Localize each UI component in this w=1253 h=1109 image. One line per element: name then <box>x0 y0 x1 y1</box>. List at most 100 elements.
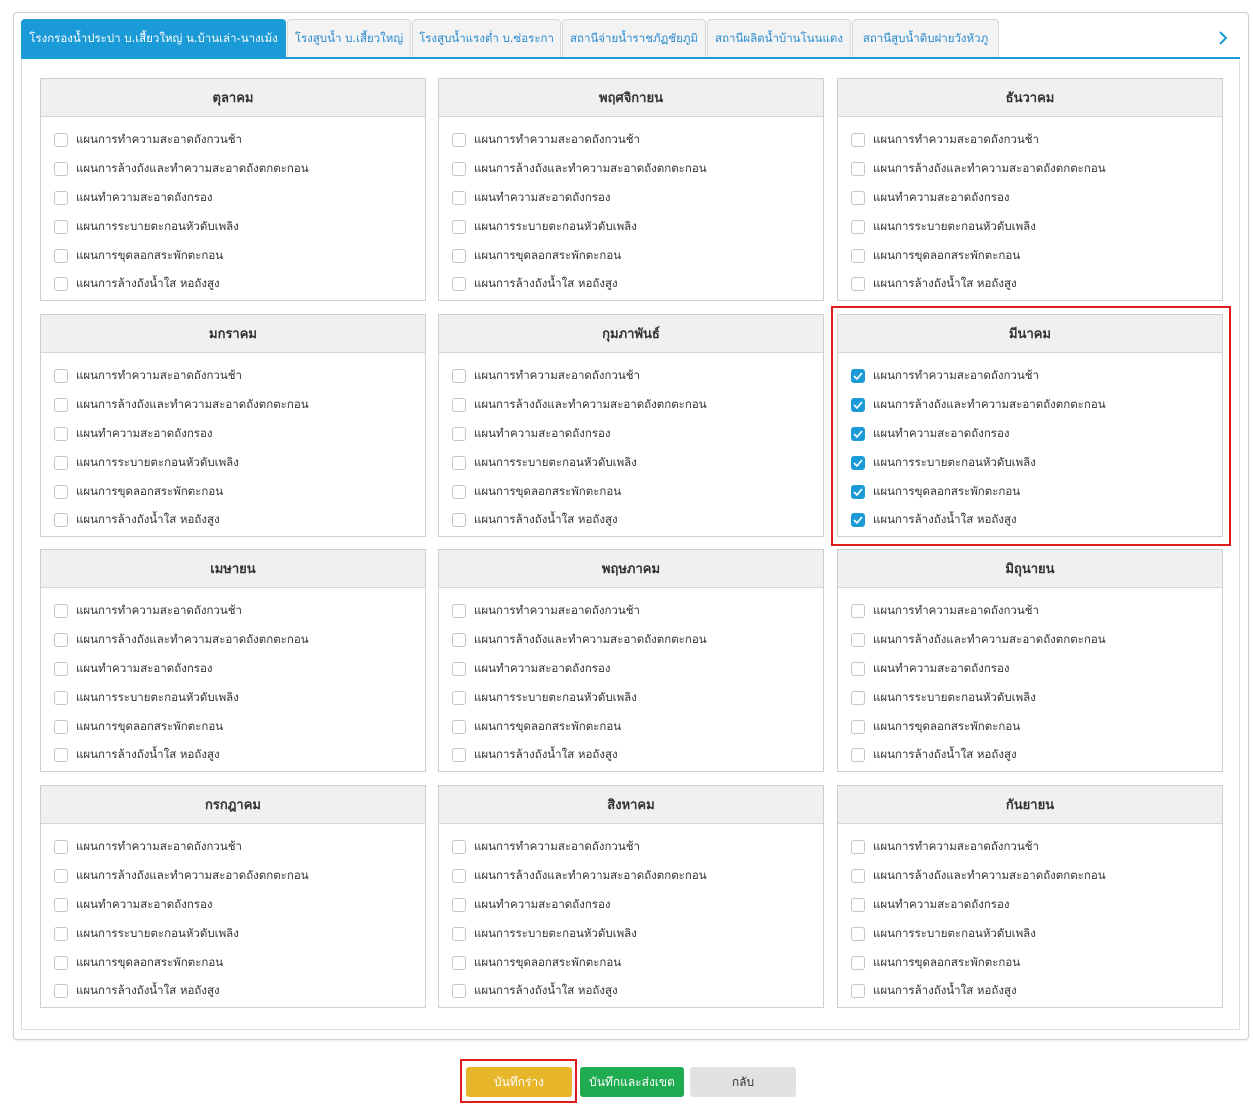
plan-item[interactable]: แผนการทำความสะอาดถังกวนช้า <box>838 362 1222 391</box>
tab-1[interactable]: โรงสูบน้ำ บ.เสี้ยวใหญ่ <box>287 19 411 57</box>
plan-item[interactable]: แผนการทำความสะอาดถังกวนช้า <box>41 126 425 155</box>
plan-item[interactable]: แผนทำความสะอาดถังกรอง <box>439 420 823 449</box>
plan-checkbox[interactable] <box>54 484 68 499</box>
plan-item[interactable]: แผนการทำความสะอาดถังกวนช้า <box>439 126 823 155</box>
plan-item[interactable]: แผนการขุดลอกสระพักตะกอน <box>439 712 823 741</box>
plan-checkbox[interactable] <box>851 162 865 177</box>
plan-checkbox[interactable] <box>54 661 68 676</box>
plan-item[interactable]: แผนทำความสะอาดถังกรอง <box>41 891 425 920</box>
plan-item[interactable]: แผนการทำความสะอาดถังกวนช้า <box>838 126 1222 155</box>
plan-item[interactable]: แผนการทำความสะอาดถังกวนช้า <box>439 833 823 862</box>
plan-checkbox[interactable] <box>851 277 865 292</box>
plan-checkbox[interactable] <box>452 513 466 528</box>
plan-checkbox[interactable] <box>851 719 865 734</box>
plan-item[interactable]: แผนการล้างถังน้ำใส หอถังสูง <box>41 270 425 299</box>
plan-checkbox[interactable] <box>851 690 865 705</box>
plan-item[interactable]: แผนการระบายตะกอนหัวดับเพลิง <box>838 448 1222 477</box>
plan-checkbox[interactable] <box>54 277 68 292</box>
plan-checkbox[interactable] <box>851 133 865 148</box>
plan-item[interactable]: แผนการล้างถังและทำความสะอาดถังตกตะกอน <box>41 862 425 891</box>
plan-item[interactable]: แผนการทำความสะอาดถังกวนช้า <box>41 362 425 391</box>
plan-checkbox[interactable] <box>851 484 865 499</box>
plan-checkbox[interactable] <box>851 926 865 941</box>
save-draft-button[interactable]: บันทึกร่าง <box>466 1067 572 1097</box>
plan-checkbox[interactable] <box>54 604 68 619</box>
plan-checkbox[interactable] <box>452 398 466 413</box>
plan-checkbox[interactable] <box>851 633 865 648</box>
plan-item[interactable]: แผนการล้างถังน้ำใส หอถังสูง <box>439 506 823 535</box>
plan-checkbox[interactable] <box>54 398 68 413</box>
plan-checkbox[interactable] <box>452 455 466 470</box>
tab-0[interactable]: โรงกรองน้ำประปา บ.เสี้ยวใหญ่ น.บ้านเล่า-… <box>21 19 286 57</box>
tab-5[interactable]: สถานีสูบน้ำดิบฝายวังหัวภู <box>852 19 999 57</box>
plan-item[interactable]: แผนทำความสะอาดถังกรอง <box>838 891 1222 920</box>
plan-item[interactable]: แผนการล้างถังและทำความสะอาดถังตกตะกอน <box>838 155 1222 184</box>
plan-item[interactable]: แผนการทำความสะอาดถังกวนช้า <box>838 833 1222 862</box>
plan-checkbox[interactable] <box>54 219 68 234</box>
plan-checkbox[interactable] <box>54 369 68 384</box>
plan-item[interactable]: แผนการขุดลอกสระพักตะกอน <box>439 241 823 270</box>
plan-checkbox[interactable] <box>452 748 466 763</box>
plan-item[interactable]: แผนการล้างถังน้ำใส หอถังสูง <box>439 977 823 1006</box>
plan-item[interactable]: แผนการล้างถังน้ำใส หอถังสูง <box>41 506 425 535</box>
plan-checkbox[interactable] <box>54 926 68 941</box>
plan-checkbox[interactable] <box>452 984 466 999</box>
save-send-button[interactable]: บันทึกและส่งเขต <box>580 1067 684 1097</box>
plan-checkbox[interactable] <box>54 869 68 884</box>
plan-item[interactable]: แผนการขุดลอกสระพักตะกอน <box>41 241 425 270</box>
plan-checkbox[interactable] <box>54 748 68 763</box>
plan-checkbox[interactable] <box>851 955 865 970</box>
plan-checkbox[interactable] <box>452 661 466 676</box>
plan-item[interactable]: แผนทำความสะอาดถังกรอง <box>439 891 823 920</box>
plan-checkbox[interactable] <box>851 604 865 619</box>
plan-checkbox[interactable] <box>851 455 865 470</box>
plan-item[interactable]: แผนการระบายตะกอนหัวดับเพลิง <box>439 212 823 241</box>
plan-item[interactable]: แผนทำความสะอาดถังกรอง <box>439 655 823 684</box>
plan-item[interactable]: แผนการขุดลอกสระพักตะกอน <box>838 477 1222 506</box>
plan-item[interactable]: แผนการล้างถังน้ำใส หอถังสูง <box>838 506 1222 535</box>
plan-checkbox[interactable] <box>452 133 466 148</box>
plan-item[interactable]: แผนทำความสะอาดถังกรอง <box>439 184 823 213</box>
plan-item[interactable]: แผนทำความสะอาดถังกรอง <box>41 655 425 684</box>
plan-checkbox[interactable] <box>851 190 865 205</box>
plan-checkbox[interactable] <box>452 633 466 648</box>
plan-checkbox[interactable] <box>452 248 466 263</box>
plan-checkbox[interactable] <box>54 133 68 148</box>
plan-checkbox[interactable] <box>452 840 466 855</box>
plan-checkbox[interactable] <box>452 162 466 177</box>
plan-checkbox[interactable] <box>851 869 865 884</box>
plan-checkbox[interactable] <box>851 248 865 263</box>
plan-checkbox[interactable] <box>452 926 466 941</box>
plan-item[interactable]: แผนการล้างถังน้ำใส หอถังสูง <box>439 741 823 770</box>
plan-checkbox[interactable] <box>452 897 466 912</box>
plan-item[interactable]: แผนการขุดลอกสระพักตะกอน <box>838 241 1222 270</box>
plan-checkbox[interactable] <box>851 984 865 999</box>
plan-item[interactable]: แผนการระบายตะกอนหัวดับเพลิง <box>439 683 823 712</box>
plan-item[interactable]: แผนทำความสะอาดถังกรอง <box>838 420 1222 449</box>
back-button[interactable]: กลับ <box>690 1067 796 1097</box>
plan-item[interactable]: แผนการระบายตะกอนหัวดับเพลิง <box>838 919 1222 948</box>
plan-checkbox[interactable] <box>452 719 466 734</box>
plan-item[interactable]: แผนการระบายตะกอนหัวดับเพลิง <box>439 448 823 477</box>
plan-checkbox[interactable] <box>54 162 68 177</box>
plan-checkbox[interactable] <box>851 369 865 384</box>
plan-checkbox[interactable] <box>452 277 466 292</box>
plan-item[interactable]: แผนการระบายตะกอนหัวดับเพลิง <box>41 448 425 477</box>
plan-checkbox[interactable] <box>54 719 68 734</box>
tab-4[interactable]: สถานีผลิตน้ำบ้านโนนแดง <box>707 19 851 57</box>
plan-checkbox[interactable] <box>54 840 68 855</box>
plan-item[interactable]: แผนการระบายตะกอนหัวดับเพลิง <box>41 919 425 948</box>
plan-checkbox[interactable] <box>452 869 466 884</box>
plan-item[interactable]: แผนการล้างถังน้ำใส หอถังสูง <box>41 977 425 1006</box>
plan-checkbox[interactable] <box>851 398 865 413</box>
plan-item[interactable]: แผนการล้างถังและทำความสะอาดถังตกตะกอน <box>439 862 823 891</box>
chevron-right-icon[interactable] <box>1199 19 1247 57</box>
plan-item[interactable]: แผนการล้างถังและทำความสะอาดถังตกตะกอน <box>439 155 823 184</box>
plan-item[interactable]: แผนการล้างถังและทำความสะอาดถังตกตะกอน <box>439 626 823 655</box>
plan-item[interactable]: แผนการขุดลอกสระพักตะกอน <box>838 948 1222 977</box>
plan-checkbox[interactable] <box>54 513 68 528</box>
plan-checkbox[interactable] <box>54 984 68 999</box>
plan-item[interactable]: แผนการขุดลอกสระพักตะกอน <box>439 948 823 977</box>
plan-checkbox[interactable] <box>452 190 466 205</box>
plan-item[interactable]: แผนการขุดลอกสระพักตะกอน <box>439 477 823 506</box>
